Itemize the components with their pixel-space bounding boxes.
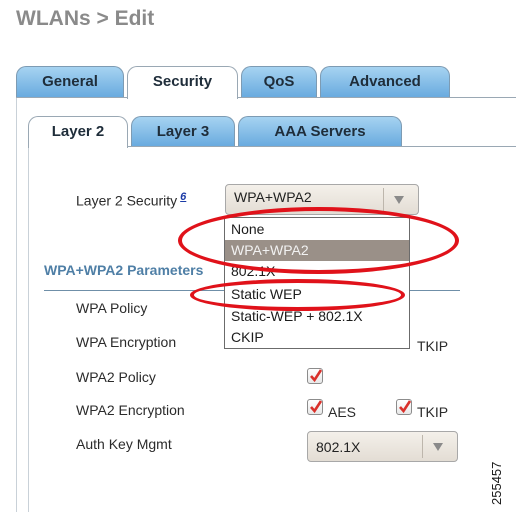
layer2-security-label: Layer 2 Security 6: [76, 191, 186, 209]
wpa-policy-label: WPA Policy: [76, 300, 148, 316]
tab-advanced[interactable]: Advanced: [320, 66, 450, 98]
tab-security[interactable]: Security: [127, 66, 238, 99]
tab-layer-3[interactable]: Layer 3: [131, 116, 235, 147]
section-header: WPA+WPA2 Parameters: [44, 262, 204, 278]
tab-layer-2[interactable]: Layer 2: [28, 116, 128, 148]
page-title: WLANs > Edit: [16, 7, 155, 30]
tab-aaa-servers[interactable]: AAA Servers: [238, 116, 402, 147]
tab-qos[interactable]: QoS: [241, 66, 317, 98]
wpa-encryption-label: WPA Encryption: [76, 334, 177, 350]
wpa2-aes-label: AES: [328, 404, 357, 420]
subpanel-border: [28, 146, 29, 512]
checkmark-icon: [310, 369, 323, 383]
tab-general[interactable]: General: [16, 66, 124, 98]
wpa2-policy-checkbox[interactable]: [307, 368, 323, 384]
layer2-security-value: WPA+WPA2: [234, 189, 312, 205]
chevron-down-icon: [383, 188, 414, 211]
wpa-tkip-label: TKIP: [417, 338, 449, 354]
wpa2-tkip-checkbox[interactable]: [396, 399, 412, 415]
checkmark-icon: [310, 400, 323, 414]
wpa2-aes-checkbox[interactable]: [307, 399, 323, 415]
wlan-edit-page: WLANs > Edit General Security QoS Advanc…: [0, 0, 516, 512]
layer2-security-label-text: Layer 2 Security: [76, 192, 178, 209]
figure-id: 255457: [489, 461, 504, 505]
highlight-ellipse-wpa-wpa2: [178, 207, 459, 274]
wpa2-policy-label: WPA2 Policy: [76, 369, 156, 385]
highlight-ellipse-static-wep: [190, 279, 405, 311]
chevron-down-icon: [422, 435, 453, 458]
dropdown-option-ckip[interactable]: CKIP: [225, 327, 409, 348]
wpa2-tkip-label: TKIP: [417, 404, 449, 420]
auth-key-mgmt-label: Auth Key Mgmt: [76, 436, 172, 452]
auth-key-mgmt-select[interactable]: 802.1X: [307, 431, 458, 462]
wpa2-encryption-label: WPA2 Encryption: [76, 402, 185, 418]
auth-key-mgmt-value: 802.1X: [316, 439, 361, 455]
checkmark-icon: [399, 400, 412, 414]
help-link[interactable]: 6: [180, 191, 186, 203]
